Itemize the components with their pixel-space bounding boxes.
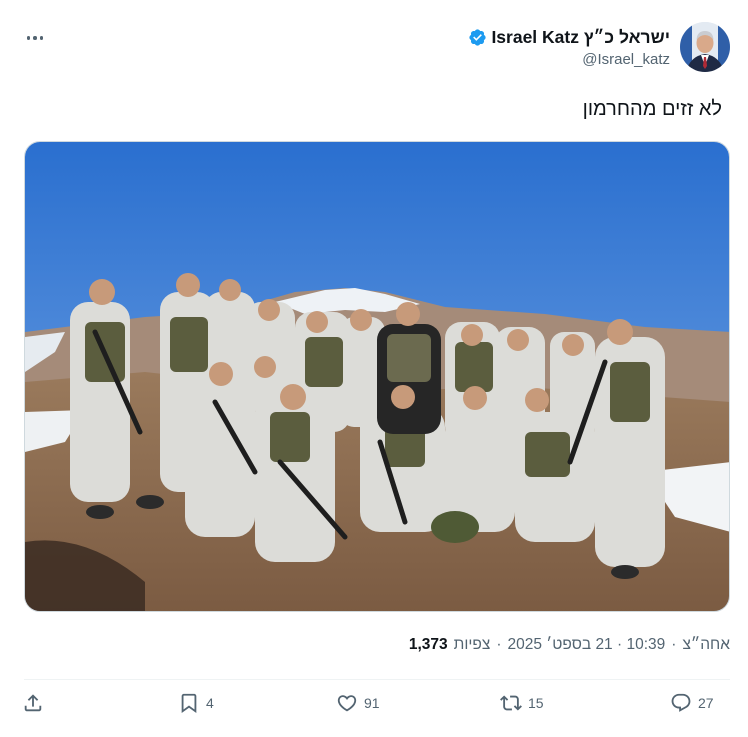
more-options-button[interactable] [24,28,46,48]
reply-count: 27 [698,695,714,711]
group-photo-image [25,142,729,611]
views-label: צפיות [453,636,491,653]
dot-icon [26,36,31,40]
bookmark-icon [181,693,197,714]
reply-icon [671,693,691,712]
views-count: 1,373 [408,636,448,653]
avatar-portrait-icon [680,22,730,72]
bookmark-button[interactable]: 4 [178,692,214,714]
author-header: Israel Katz ישראל כ״ץ @Israel_katz [468,22,730,72]
reply-button[interactable]: 27 [670,692,714,714]
share-icon [24,694,42,712]
like-button[interactable]: 91 [336,692,380,714]
author-names: Israel Katz ישראל כ״ץ @Israel_katz [468,22,670,69]
dot-icon [39,36,44,40]
tweet-photo[interactable] [24,141,730,612]
tweet-meta: אחה״צ · 10:39 · 21 בספט׳ 2025 · צפיות 1,… [409,636,730,654]
retweet-icon [500,695,522,711]
avatar[interactable] [680,22,730,72]
divider [24,679,730,680]
verified-badge-icon [469,29,487,46]
share-button[interactable] [22,692,44,714]
action-bar: 4 91 15 27 [22,692,730,722]
timestamp[interactable]: 10:39 · 21 בספט׳ 2025 [508,636,666,654]
heart-icon [337,695,357,712]
separator-dot: · [671,636,677,653]
tweet-text: לא זזים מהחרמון [582,98,722,120]
retweet-count: 15 [528,695,544,711]
dot-icon [33,36,37,40]
author-handle[interactable]: @Israel_katz [468,50,670,69]
display-name: Israel Katz ישראל כ״ץ [491,27,670,47]
display-name-row[interactable]: Israel Katz ישראל כ״ץ [468,27,670,48]
bookmark-count: 4 [206,695,214,711]
time-source[interactable]: אחה״צ [682,636,730,654]
separator-dot: · [496,636,502,653]
retweet-button[interactable]: 15 [500,692,544,714]
like-count: 91 [364,695,380,711]
